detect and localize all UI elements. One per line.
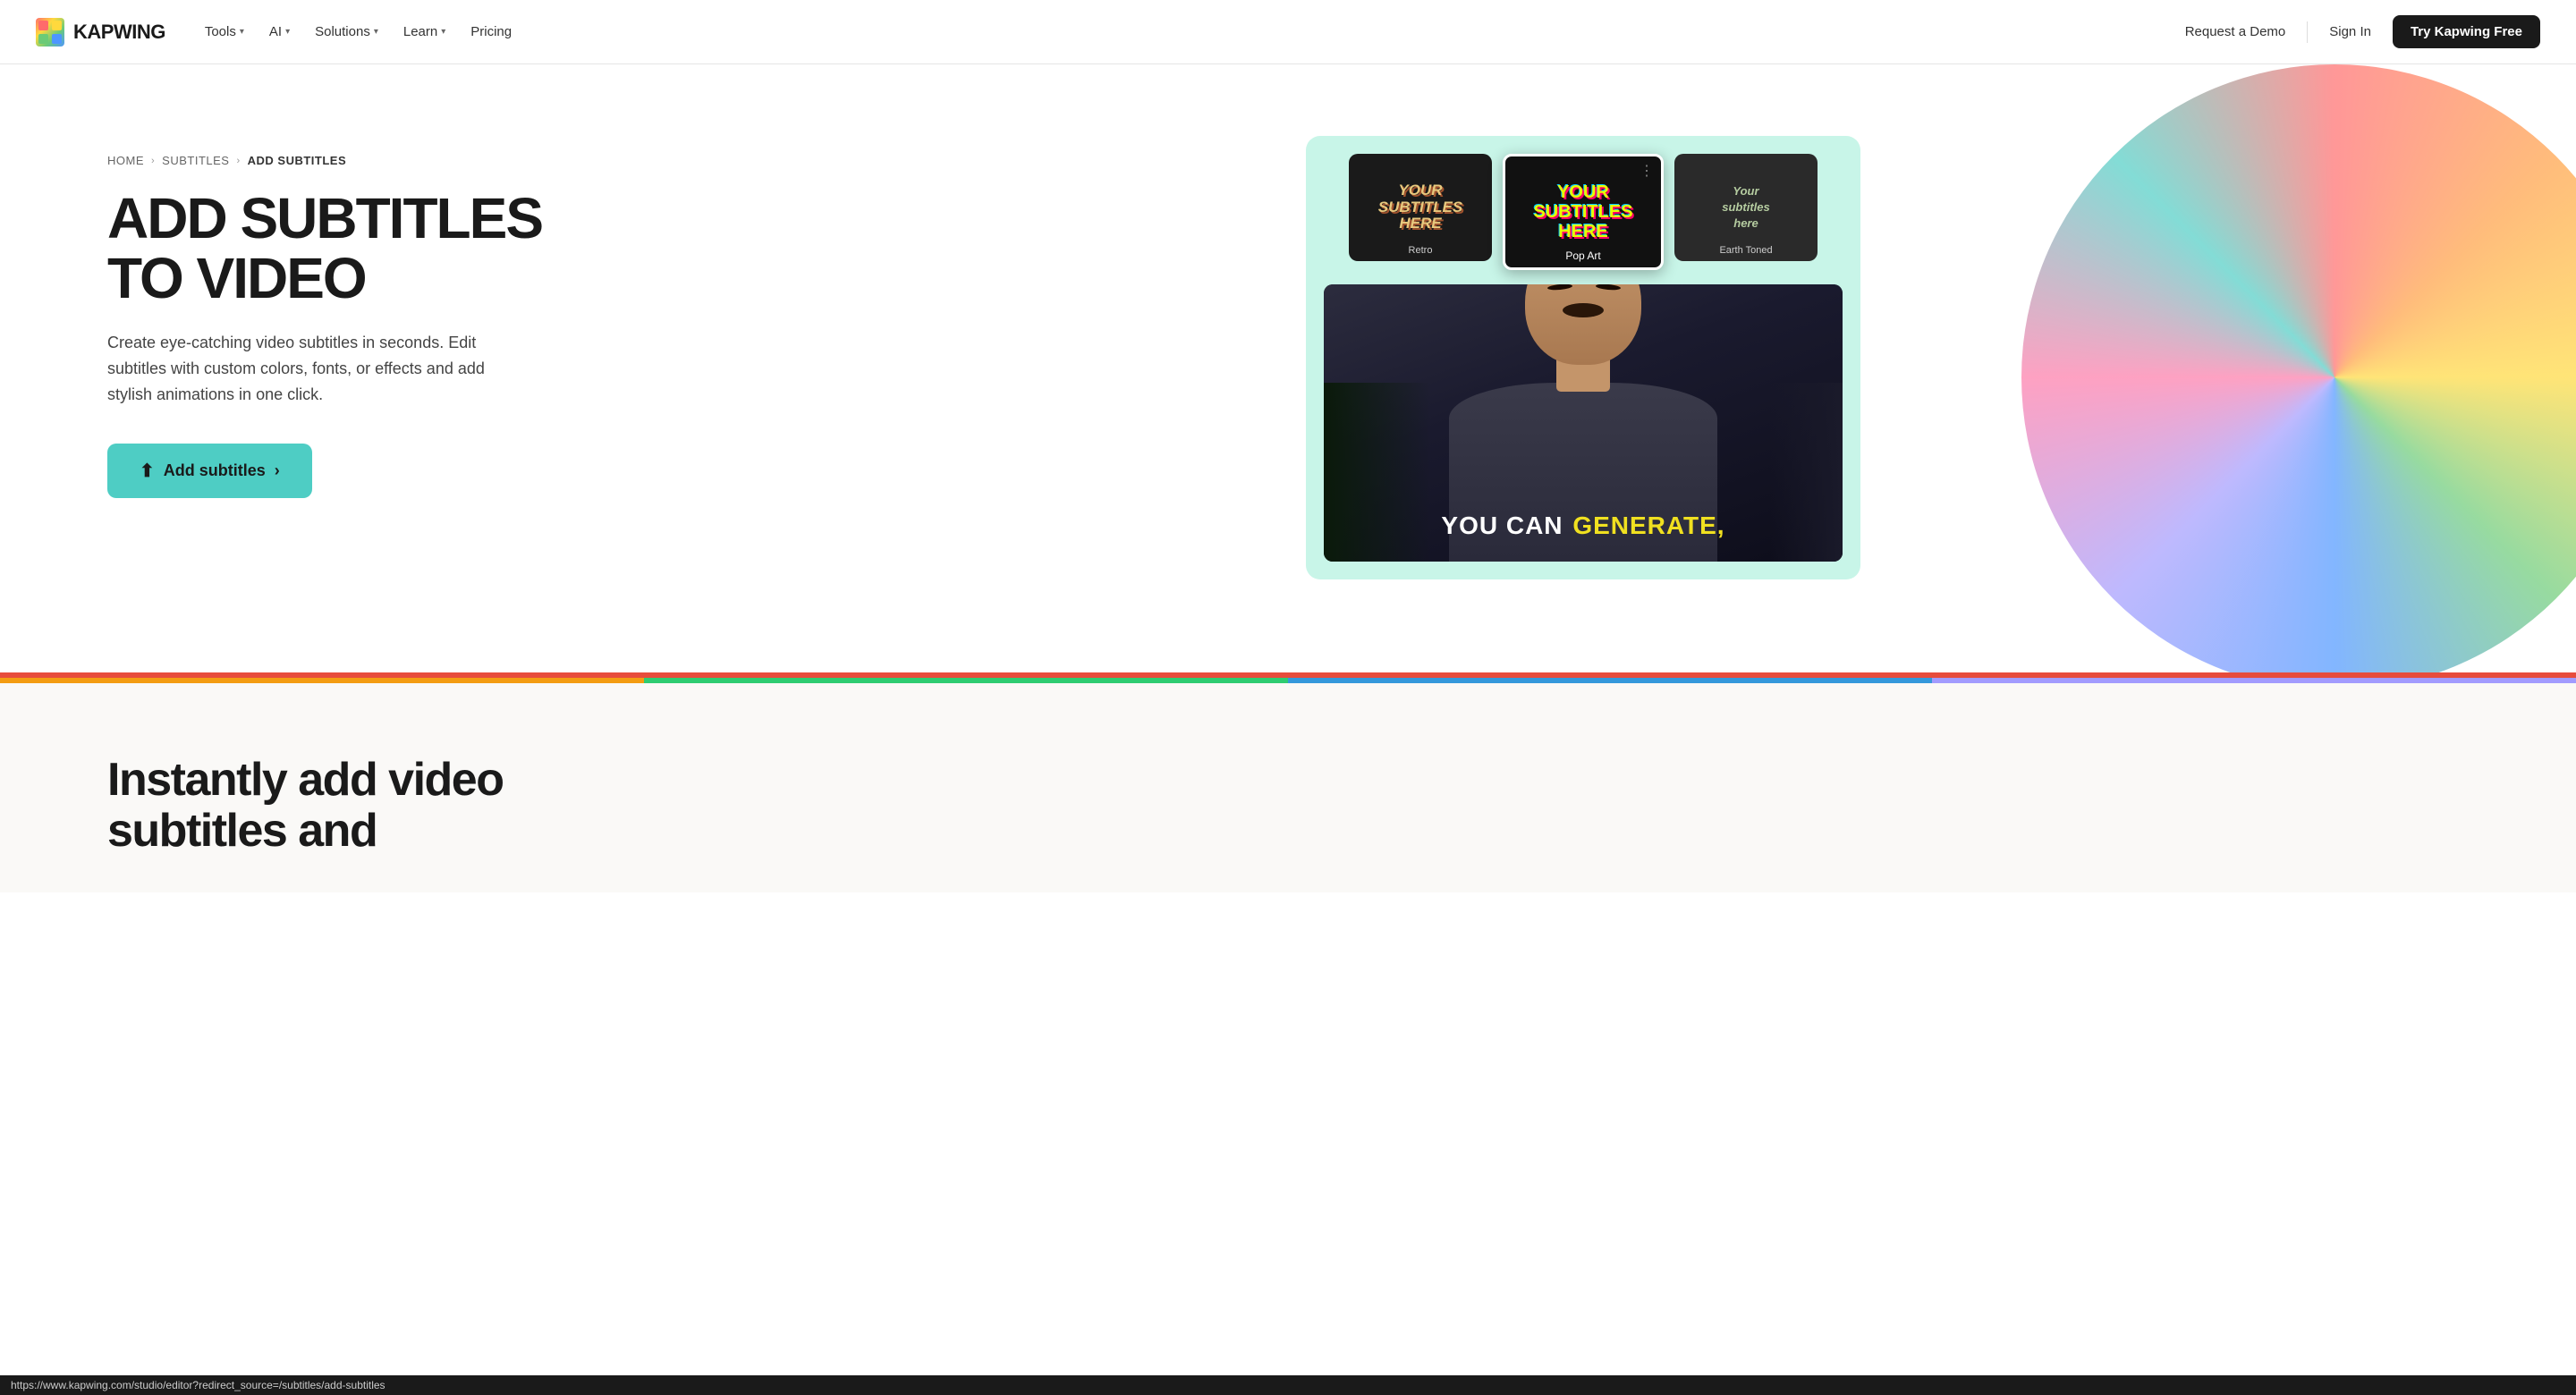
- nav-item-solutions[interactable]: Solutions ▾: [304, 17, 389, 46]
- subtitle-yellow-text: GENERATE,: [1572, 512, 1724, 539]
- breadcrumb-home[interactable]: HOME: [107, 154, 144, 167]
- style-thumb-popart[interactable]: ⋮ YOURSUBTITLESHERE Pop Art: [1503, 154, 1664, 270]
- style-thumbnails-row: YOURSUBTITLESHERE Retro ⋮ YOURSUBTITLESH…: [1324, 154, 1843, 270]
- add-subtitles-button[interactable]: ⬆ Add subtitles ›: [107, 444, 312, 498]
- navigation: KAPWING Tools ▾ AI ▾ Solutions ▾ Learn ▾…: [0, 0, 2576, 64]
- demo-card: YOURSUBTITLESHERE Retro ⋮ YOURSUBTITLESH…: [1306, 136, 1860, 579]
- arrow-right-icon: ›: [275, 461, 280, 480]
- nav-item-pricing[interactable]: Pricing: [460, 17, 522, 46]
- subtitle-white-text: YOU CAN: [1441, 512, 1563, 539]
- hero-description: Create eye-catching video subtitles in s…: [107, 330, 519, 407]
- hero-title: ADD SUBTITLES TO VIDEO: [107, 189, 590, 309]
- retro-label: Retro: [1409, 245, 1433, 256]
- video-preview: YOU CAN GENERATE,: [1324, 284, 1843, 562]
- options-icon[interactable]: ⋮: [1640, 162, 1654, 180]
- popart-thumb-text: YOURSUBTITLESHERE: [1524, 182, 1641, 241]
- person-mustache: [1563, 303, 1604, 317]
- earth-label: Earth Toned: [1719, 245, 1772, 256]
- nav-divider: [2307, 21, 2308, 43]
- colored-lines-wrapper: [0, 672, 2576, 683]
- breadcrumb-sep-2: ›: [236, 156, 240, 166]
- hero-right: YOURSUBTITLESHERE Retro ⋮ YOURSUBTITLESH…: [626, 118, 2540, 579]
- request-demo-button[interactable]: Request a Demo: [2174, 17, 2297, 46]
- breadcrumb-sep-1: ›: [151, 156, 155, 166]
- video-frame: YOU CAN GENERATE,: [1324, 284, 1843, 562]
- status-bar: https://www.kapwing.com/studio/editor?re…: [0, 1375, 2576, 1395]
- breadcrumb-subtitles[interactable]: SUBTITLES: [162, 154, 229, 167]
- nav-left: KAPWING Tools ▾ AI ▾ Solutions ▾ Learn ▾…: [36, 17, 522, 46]
- retro-thumb-text: YOURSUBTITLESHERE: [1371, 182, 1470, 232]
- chevron-down-icon: ▾: [374, 27, 378, 37]
- nav-item-learn[interactable]: Learn ▾: [393, 17, 456, 46]
- style-thumb-earth[interactable]: Yoursubtitleshere Earth Toned: [1674, 154, 1818, 261]
- earth-thumb-text: Yoursubtitleshere: [1715, 183, 1776, 232]
- status-bar-url: https://www.kapwing.com/studio/editor?re…: [11, 1379, 386, 1391]
- video-subtitle-overlay: YOU CAN GENERATE,: [1441, 512, 1724, 540]
- nav-item-tools[interactable]: Tools ▾: [194, 17, 255, 46]
- person-head: [1525, 284, 1641, 365]
- hero-left: HOME › SUBTITLES › ADD SUBTITLES ADD SUB…: [107, 118, 590, 498]
- logo-text: KAPWING: [73, 21, 165, 44]
- chevron-down-icon: ▾: [240, 27, 244, 37]
- nav-right: Request a Demo Sign In Try Kapwing Free: [2174, 15, 2540, 48]
- style-thumb-retro[interactable]: YOURSUBTITLESHERE Retro: [1349, 154, 1492, 261]
- line-green: [644, 678, 1288, 683]
- bottom-title: Instantly add video subtitles and: [107, 755, 644, 857]
- bottom-section: Instantly add video subtitles and: [0, 683, 2576, 892]
- chevron-down-icon: ▾: [441, 27, 445, 37]
- line-purple: [1932, 678, 2576, 683]
- line-orange: [0, 678, 644, 683]
- hero-section: HOME › SUBTITLES › ADD SUBTITLES ADD SUB…: [0, 64, 2576, 672]
- nav-item-ai[interactable]: AI ▾: [258, 17, 301, 46]
- background-circle: [2021, 64, 2576, 672]
- try-kapwing-button[interactable]: Try Kapwing Free: [2393, 15, 2540, 48]
- breadcrumb: HOME › SUBTITLES › ADD SUBTITLES: [107, 154, 590, 167]
- upload-icon: ⬆: [140, 460, 155, 482]
- nav-menu: Tools ▾ AI ▾ Solutions ▾ Learn ▾ Pricing: [194, 17, 522, 46]
- line-blue: [1288, 678, 1932, 683]
- colored-lines-row2: [0, 678, 2576, 683]
- chevron-down-icon: ▾: [285, 27, 290, 37]
- breadcrumb-current: ADD SUBTITLES: [248, 154, 347, 167]
- logo-icon: [36, 18, 64, 46]
- popart-label: Pop Art: [1565, 249, 1600, 262]
- sign-in-button[interactable]: Sign In: [2318, 17, 2382, 46]
- logo[interactable]: KAPWING: [36, 18, 165, 46]
